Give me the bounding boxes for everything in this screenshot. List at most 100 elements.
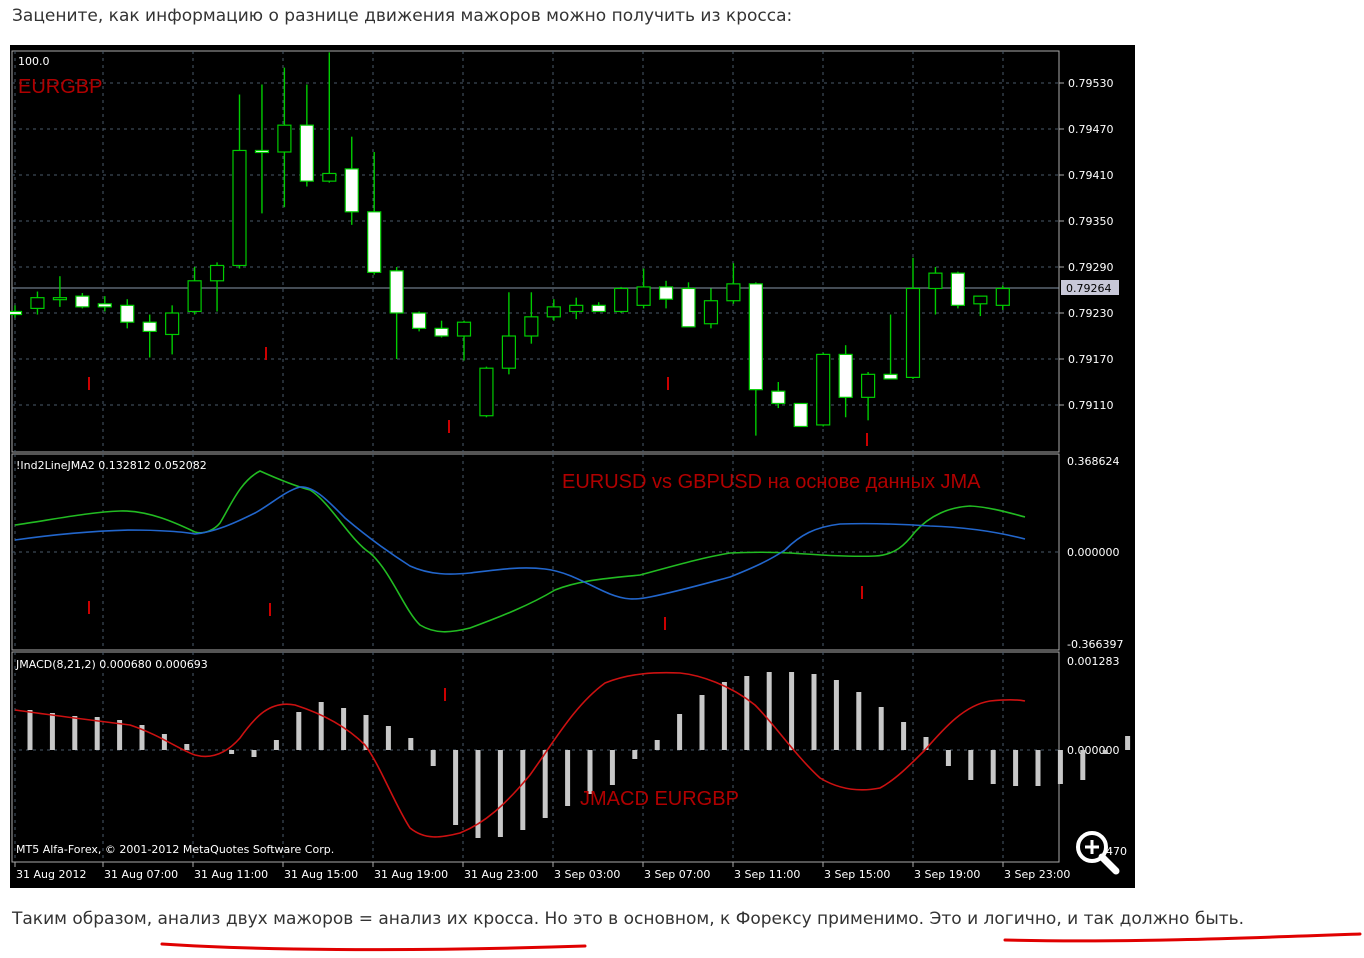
candle-bear: [771, 390, 786, 405]
candle-bear: [142, 321, 157, 333]
candle-bull: [614, 287, 629, 313]
histogram-bar: [1013, 750, 1019, 786]
time-tick-label: 3 Sep 03:00: [554, 868, 620, 881]
price-tick-label: 0.79230: [1068, 307, 1114, 320]
outro-part-2: анализ двух мажоров = анализ их кросса.: [157, 909, 540, 929]
histogram-bar: [453, 750, 459, 825]
indicator-annotation: EURUSD vs GBPUSD на основе данных JMA: [562, 471, 981, 493]
candle-bear: [950, 272, 966, 306]
time-tick-label: 31 Aug 23:00: [464, 868, 538, 881]
price-tick-label: 0.79350: [1068, 215, 1114, 228]
candle-bull: [569, 304, 584, 313]
jmacd-tick-top: 0.001283: [1067, 655, 1120, 668]
candle-bull: [860, 373, 876, 398]
candle-bull: [726, 283, 741, 302]
histogram-bar: [184, 744, 190, 750]
histogram-bar: [901, 722, 907, 750]
candle-bear: [412, 312, 427, 329]
candle-bull: [277, 124, 292, 153]
histogram-bar: [721, 682, 727, 750]
outro-part-3: Но это в основном, к Форексу применимо.: [539, 909, 930, 929]
histogram-bar: [27, 710, 33, 750]
candle-bear: [389, 270, 404, 314]
indicator-tick-bottom: -0.366397: [1067, 638, 1123, 651]
histogram-bar: [273, 740, 279, 750]
candle-bull: [165, 312, 180, 336]
candle-bull: [322, 172, 337, 182]
candle-bull: [524, 316, 539, 337]
main-panel-top-label: 100.0: [18, 55, 50, 68]
price-tick-label: 0.79170: [1068, 353, 1114, 366]
price-tick-label: 0.79530: [1068, 77, 1114, 90]
copyright-label: MT5 Alfa-Forex, © 2001-2012 MetaQuotes S…: [16, 843, 334, 856]
candle-bear: [299, 124, 314, 182]
candle-bull: [232, 149, 247, 267]
time-tick-label: 3 Sep 23:00: [1004, 868, 1070, 881]
price-tick-label: 0.79110: [1068, 399, 1114, 412]
time-tick-label: 31 Aug 07:00: [104, 868, 178, 881]
histogram-bar: [699, 695, 705, 750]
histogram-bar: [1102, 750, 1108, 754]
candle-bull: [905, 287, 921, 378]
candle-bull: [928, 272, 943, 290]
histogram-bar: [1080, 750, 1086, 780]
histogram-bar: [72, 716, 78, 750]
candle-bear: [10, 310, 23, 316]
time-tick-label: 31 Aug 2012: [16, 868, 86, 881]
histogram-bar: [766, 672, 772, 750]
histogram-bar: [632, 750, 638, 759]
time-axis: 31 Aug 2012 31 Aug 07:00 31 Aug 11:00 31 Au…: [14, 862, 1070, 881]
histogram-bar: [296, 712, 302, 750]
outro-part-1: Таким образом,: [12, 909, 158, 929]
histogram-bar: [609, 750, 615, 785]
price-tick-label: 0.79290: [1068, 261, 1114, 274]
candle-bull: [995, 287, 1010, 306]
candle-bull: [479, 367, 494, 417]
underline-stroke-2: [1003, 932, 1362, 943]
candle-bear: [97, 303, 112, 308]
candle-bear: [658, 286, 674, 300]
histogram-bar: [542, 750, 548, 818]
histogram-bar: [251, 750, 257, 757]
jmacd-panel-frame: [11, 651, 1060, 863]
price-tick-label: 0.79410: [1068, 169, 1114, 182]
histogram-bar: [408, 738, 414, 750]
histogram-bar: [990, 750, 996, 784]
candle-bear: [681, 287, 696, 328]
indicator-title: !Ind2LineJMA2 0.132812 0.052082: [16, 459, 207, 472]
histogram-bar: [497, 750, 503, 837]
candle-bear: [367, 211, 382, 273]
candle-bull: [52, 297, 68, 301]
candle-bull: [501, 335, 516, 369]
histogram-bar: [1057, 750, 1063, 784]
outro-part-4: Это и логично, и так должно быть.: [929, 909, 1245, 929]
jmacd-annotation: JMACD EURGBP: [580, 788, 739, 810]
candle-bear: [793, 402, 808, 428]
candle-bull: [816, 353, 831, 426]
histogram-bar: [430, 750, 436, 766]
jma-blue-line: [14, 486, 1026, 600]
histogram-bar: [161, 734, 167, 750]
histogram-bar: [677, 714, 683, 750]
histogram-bar: [744, 676, 750, 750]
histogram-bar: [318, 702, 324, 750]
histogram-bar: [520, 750, 526, 830]
candle-bull: [546, 306, 561, 318]
jmacd-title: JMACD(8,21,2) 0.000680 0.000693: [15, 658, 208, 671]
histogram-bar: [878, 707, 884, 750]
histogram-bar: [945, 750, 951, 766]
time-tick-label: 3 Sep 19:00: [914, 868, 980, 881]
candle-bear: [75, 295, 90, 308]
candles-layer: [10, 52, 1010, 436]
jmacd-tick-bottom: 470: [1106, 845, 1127, 858]
time-tick-label: 3 Sep 15:00: [824, 868, 890, 881]
candle-bull: [703, 300, 719, 325]
outro-text: Таким образом, анализ двух мажоров = ана…: [12, 909, 1244, 929]
price-axis: 0.79530 0.79470 0.79410 0.79350 0.79290 0.792…: [1059, 77, 1114, 412]
time-tick-label: 31 Aug 19:00: [374, 868, 448, 881]
candle-bear: [434, 327, 449, 337]
histogram-bar: [789, 672, 795, 750]
candle-bear: [254, 149, 270, 154]
forex-chart-image[interactable]: 0.79530 0.79470 0.79410 0.79350 0.79290 0.792…: [10, 45, 1135, 888]
candle-bull: [187, 280, 202, 313]
